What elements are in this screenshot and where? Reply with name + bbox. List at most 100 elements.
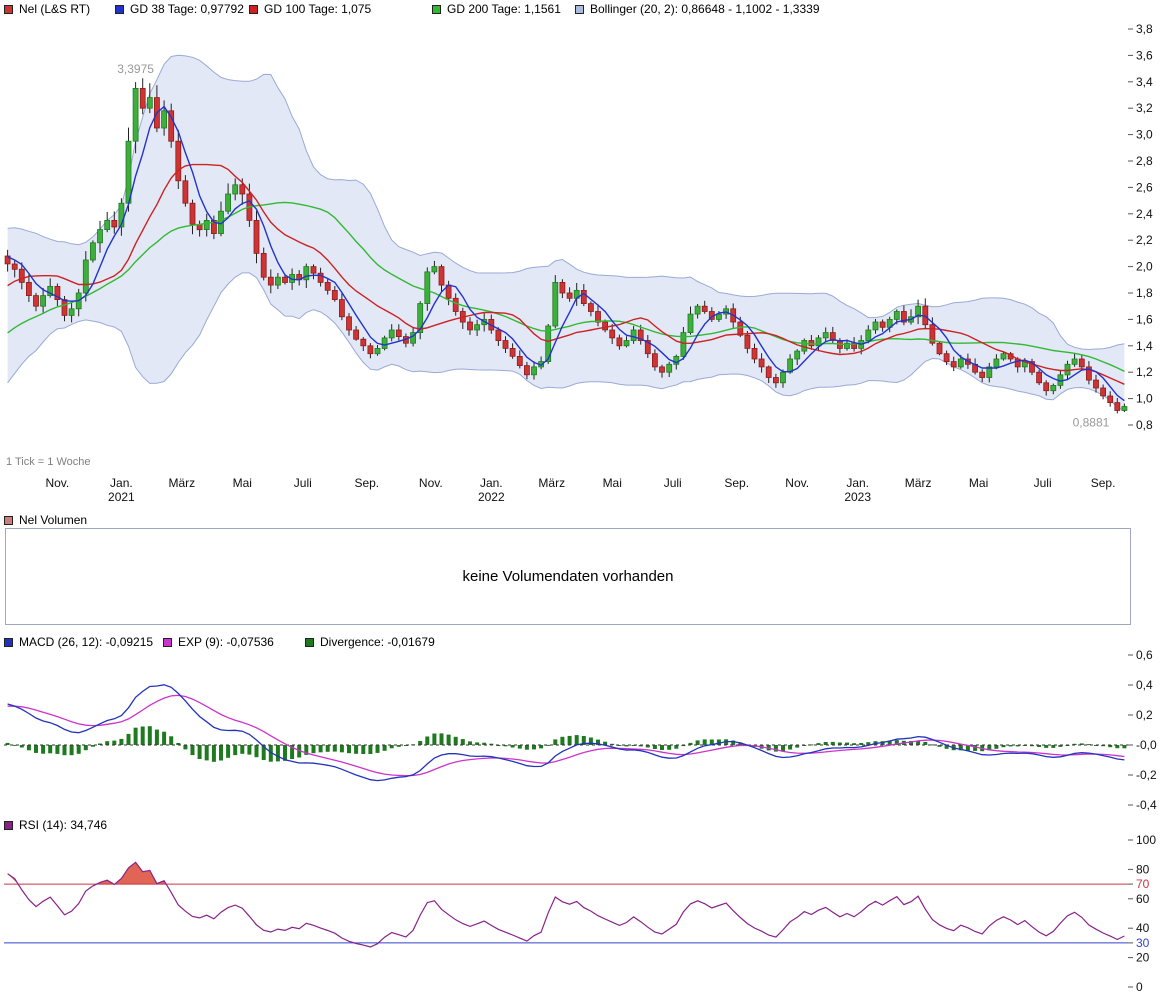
svg-text:2022: 2022 — [478, 490, 505, 504]
svg-text:Nov.: Nov. — [419, 476, 443, 490]
svg-text:3,6: 3,6 — [1136, 48, 1153, 62]
macd-label: MACD (26, 12): -0,09215 — [19, 635, 154, 649]
nel-series-swatch — [4, 4, 13, 14]
legend-bollinger: Bollinger (20, 2): 0,86648 - 1,1002 - 1,… — [575, 2, 820, 16]
svg-text:3,0: 3,0 — [1136, 128, 1153, 142]
volume-legend: Nel Volumen — [0, 513, 1175, 527]
svg-text:2,4: 2,4 — [1136, 207, 1153, 221]
legend-gd38: GD 38 Tage: 0,97792 — [115, 2, 244, 16]
svg-text:Sep.: Sep. — [724, 476, 749, 490]
legend-divergence: Divergence: -0,01679 — [305, 635, 435, 649]
bollinger-band — [7, 55, 1125, 412]
bollinger-swatch — [575, 4, 584, 14]
svg-text:70: 70 — [1136, 877, 1150, 891]
svg-text:1,4: 1,4 — [1136, 339, 1153, 353]
volume-swatch — [4, 515, 13, 525]
svg-text:40: 40 — [1136, 921, 1150, 935]
svg-text:Jan.: Jan. — [480, 476, 503, 490]
svg-text:Juli: Juli — [664, 476, 682, 490]
legend-volume: Nel Volumen — [4, 513, 87, 527]
svg-text:-0,2: -0,2 — [1136, 768, 1157, 782]
svg-text:Mai: Mai — [233, 476, 252, 490]
svg-text:3,4: 3,4 — [1136, 75, 1153, 89]
volume-label: Nel Volumen — [19, 513, 88, 527]
macd-legend: MACD (26, 12): -0,09215 EXP (9): -0,0753… — [0, 635, 1175, 649]
legend-macd: MACD (26, 12): -0,09215 — [4, 635, 153, 649]
svg-text:-0,4: -0,4 — [1136, 798, 1157, 812]
price-chart-legend: Nel (L&S RT) GD 38 Tage: 0,97792 GD 100 … — [0, 2, 1175, 16]
svg-text:2,6: 2,6 — [1136, 180, 1153, 194]
rsi-legend: RSI (14): 34,746 — [0, 818, 1175, 832]
chart-page: Nel (L&S RT) GD 38 Tage: 0,97792 GD 100 … — [0, 0, 1175, 997]
svg-text:60: 60 — [1136, 892, 1150, 906]
rsi-label: RSI (14): 34,746 — [19, 818, 108, 832]
low-annotation: 0,8881 — [1073, 415, 1110, 429]
svg-text:1,0: 1,0 — [1136, 392, 1153, 406]
svg-text:0,6: 0,6 — [1136, 648, 1153, 662]
divergence-swatch — [305, 637, 314, 647]
volume-panel: keine Volumendaten vorhanden — [5, 528, 1131, 625]
svg-text:2,8: 2,8 — [1136, 154, 1153, 168]
rsi-y-axis: 100 807060 403020 0 — [1128, 833, 1156, 994]
gd200-label: GD 200 Tage: 1,1561 — [447, 2, 561, 16]
macd-chart[interactable]: 0,6 0,4 0,2 -0,0 -0,2 -0,4 — [0, 648, 1175, 818]
legend-gd200: GD 200 Tage: 1,1561 — [432, 2, 561, 16]
svg-text:Mai: Mai — [603, 476, 622, 490]
svg-text:100: 100 — [1136, 833, 1156, 847]
svg-text:März: März — [169, 476, 196, 490]
svg-text:80: 80 — [1136, 862, 1150, 876]
svg-text:0: 0 — [1136, 980, 1143, 994]
svg-text:2,0: 2,0 — [1136, 260, 1153, 274]
legend-nel: Nel (L&S RT) — [4, 2, 90, 16]
price-y-axis: 3,8 3,6 3,4 3,2 3,0 2,8 2,6 2,4 2,2 2,0 1,8 1,6 1,4 1… — [1128, 22, 1153, 432]
rsi-chart[interactable]: 100 807060 403020 0 — [0, 832, 1175, 995]
legend-exp: EXP (9): -0,07536 — [163, 635, 274, 649]
divergence-label: Divergence: -0,01679 — [320, 635, 435, 649]
svg-text:1,2: 1,2 — [1136, 365, 1153, 379]
svg-text:Mai: Mai — [969, 476, 988, 490]
svg-text:3,8: 3,8 — [1136, 22, 1153, 36]
svg-text:1,6: 1,6 — [1136, 312, 1153, 326]
svg-text:0,4: 0,4 — [1136, 678, 1153, 692]
svg-text:März: März — [538, 476, 565, 490]
svg-text:Jan.: Jan. — [110, 476, 133, 490]
gd100-label: GD 100 Tage: 1,075 — [264, 2, 372, 16]
gd200-swatch — [432, 4, 441, 14]
no-volume-message: keine Volumendaten vorhanden — [462, 568, 674, 585]
svg-text:Nov.: Nov. — [45, 476, 69, 490]
macd-y-axis: 0,6 0,4 0,2 -0,0 -0,2 -0,4 — [1128, 648, 1157, 812]
svg-text:20: 20 — [1136, 951, 1150, 965]
gd38-swatch — [115, 4, 124, 14]
svg-text:Juli: Juli — [294, 476, 312, 490]
rsi-swatch — [4, 820, 13, 830]
x-axis-labels: Nov. Jan.2021März Mai Juli Sep. Nov. Jan.2022M… — [45, 476, 1115, 504]
svg-text:Sep.: Sep. — [1091, 476, 1116, 490]
high-annotation: 3,3975 — [117, 62, 154, 76]
svg-text:-0,0: -0,0 — [1136, 738, 1157, 752]
exp-swatch — [163, 637, 172, 647]
macd-swatch — [4, 637, 13, 647]
legend-gd100: GD 100 Tage: 1,075 — [249, 2, 371, 16]
svg-text:0,8: 0,8 — [1136, 418, 1153, 432]
svg-text:0,2: 0,2 — [1136, 708, 1153, 722]
price-chart[interactable]: 3,3975 0,8881 3,8 3,6 3,4 3,2 3,0 2,8 2,6 2,4 2,2 2… — [0, 0, 1175, 508]
gd38-label: GD 38 Tage: 0,97792 — [130, 2, 244, 16]
svg-text:30: 30 — [1136, 936, 1150, 950]
svg-text:3,2: 3,2 — [1136, 101, 1153, 115]
rsi-overbought-fill — [114, 862, 167, 885]
legend-rsi: RSI (14): 34,746 — [4, 818, 107, 832]
gd100-swatch — [249, 4, 258, 14]
exp-label: EXP (9): -0,07536 — [178, 635, 274, 649]
svg-text:Jan.: Jan. — [846, 476, 869, 490]
nel-series-label: Nel (L&S RT) — [19, 2, 91, 16]
svg-text:1,8: 1,8 — [1136, 286, 1153, 300]
svg-text:Sep.: Sep. — [354, 476, 379, 490]
svg-text:Juli: Juli — [1034, 476, 1052, 490]
bollinger-label: Bollinger (20, 2): 0,86648 - 1,1002 - 1,… — [590, 2, 820, 16]
svg-text:2021: 2021 — [108, 490, 135, 504]
svg-text:Nov.: Nov. — [785, 476, 809, 490]
svg-text:März: März — [905, 476, 932, 490]
svg-text:2023: 2023 — [844, 490, 871, 504]
svg-text:2,2: 2,2 — [1136, 233, 1153, 247]
tick-interval-note: 1 Tick = 1 Woche — [6, 456, 91, 468]
